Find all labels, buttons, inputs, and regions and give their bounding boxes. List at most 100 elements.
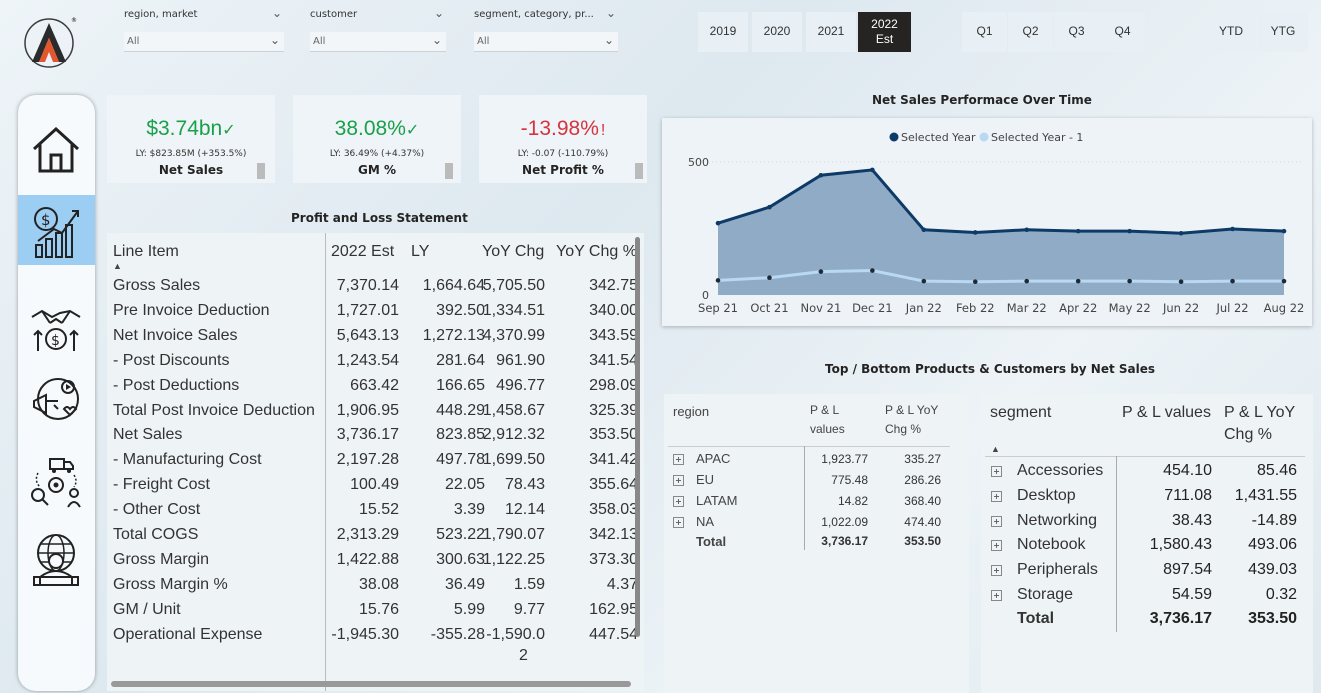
- value-cell: 7,370.14: [336, 277, 399, 294]
- kpi-card-gm-percent[interactable]: 38.08%✓ LY: 36.49% (+4.37%) GM %: [293, 95, 461, 183]
- value-cell: 496.77: [496, 376, 545, 394]
- table-row[interactable]: - Manufacturing Cost 2,197.28 497.78 1,699.…: [107, 451, 644, 476]
- table-row[interactable]: GM / Unit 15.76 5.99 9.77 162.95: [107, 601, 644, 626]
- kpi-scrollbar[interactable]: [635, 163, 643, 179]
- x-tick-label: Feb 22: [956, 301, 995, 315]
- table-row[interactable]: Gross Margin % 38.08 36.49 1.59 4.37: [107, 576, 644, 601]
- nav-sales[interactable]: $: [18, 291, 95, 361]
- segment-name: Peripherals: [1017, 561, 1098, 579]
- nav-executive[interactable]: [18, 523, 95, 593]
- year-button-2019[interactable]: 2019: [698, 12, 748, 52]
- column-header-yoy-chg[interactable]: YoY Chg: [482, 243, 544, 261]
- table-row[interactable]: LATAM 14.82 368.40: [664, 492, 964, 512]
- table-row[interactable]: Peripherals 897.54 439.03: [981, 559, 1311, 583]
- pl-value: 1,580.43: [1149, 536, 1212, 554]
- kpi-title: Net Profit %: [522, 163, 604, 177]
- kpi-scrollbar[interactable]: [445, 163, 453, 179]
- table-row[interactable]: Total COGS 2,313.29 523.22 1,790.07 342.13: [107, 526, 644, 551]
- expand-icon[interactable]: [991, 565, 1002, 577]
- sort-arrow-icon[interactable]: ▲: [991, 444, 1000, 454]
- line-item-cell: Gross Margin %: [113, 575, 228, 593]
- kpi-value: 38.08%: [334, 117, 406, 140]
- horizontal-scrollbar[interactable]: [111, 681, 631, 687]
- table-row[interactable]: Gross Margin 1,422.88 300.63 1,122.25 373.30: [107, 551, 644, 576]
- chart-svg: 5000Sep 21 Oct 21 Nov 21 Dec 21 Jan 22 Feb 22…: [688, 131, 1304, 315]
- table-row[interactable]: Total Post Invoice Deduction 1,906.95 448.…: [107, 402, 644, 427]
- year-button-2020[interactable]: 2020: [752, 12, 802, 52]
- table-row[interactable]: Net Invoice Sales 5,643.13 1,272.13 4,370.9…: [107, 327, 644, 352]
- table-row[interactable]: Accessories 454.10 85.46: [981, 460, 1311, 484]
- total-yoy: 353.50: [904, 534, 941, 548]
- warning-icon: !: [600, 122, 606, 139]
- kpi-scrollbar[interactable]: [257, 163, 265, 179]
- expand-icon[interactable]: [991, 466, 1002, 477]
- column-header-chg-pct[interactable]: Chg %: [1224, 426, 1272, 444]
- value-cell: 166.65: [436, 376, 485, 394]
- table-row[interactable]: Storage 54.59 0.32: [981, 584, 1311, 608]
- quarter-button-q1[interactable]: Q1: [962, 12, 1007, 52]
- column-header-yoy-chg-pct[interactable]: YoY Chg %: [556, 243, 637, 261]
- data-point: [1230, 278, 1235, 284]
- column-header-line-item[interactable]: Line Item: [113, 243, 179, 261]
- expand-icon[interactable]: [673, 496, 684, 507]
- expand-icon[interactable]: [673, 475, 684, 486]
- column-header-ly[interactable]: LY: [411, 243, 429, 261]
- table-row[interactable]: - Freight Cost 100.49 22.05 78.43 355.64: [107, 476, 644, 501]
- nav-marketing[interactable]: [18, 365, 95, 435]
- expand-icon[interactable]: [991, 590, 1002, 601]
- quarter-button-q3[interactable]: Q3: [1054, 12, 1099, 52]
- ytd-button[interactable]: YTD: [1206, 12, 1256, 52]
- table-row[interactable]: Notebook 1,580.43 493.06: [981, 534, 1311, 558]
- column-header-region: region: [673, 404, 710, 419]
- vertical-scrollbar[interactable]: [635, 237, 640, 637]
- table-row[interactable]: Desktop 711.08 1,431.55: [981, 485, 1311, 509]
- nav-supply-chain[interactable]: [18, 445, 95, 515]
- column-header-segment[interactable]: segment: [990, 404, 1051, 422]
- sort-arrow-icon[interactable]: ▲: [113, 261, 122, 271]
- table-row[interactable]: Gross Sales 7,370.14 1,664.64 5,705.50 342.7…: [107, 277, 644, 302]
- nav-finance[interactable]: $: [18, 195, 95, 265]
- table-row[interactable]: Net Sales 3,736.17 823.85 2,912.32 353.50: [107, 426, 644, 451]
- column-header-pl-yoy: Chg %: [885, 422, 922, 436]
- table-row[interactable]: NA 1,022.09 474.40: [664, 513, 964, 533]
- net-sales-chart: 500 0 Sep 21 Oct 21 Nov 21 Dec 21 Jan 22 Feb 22…: [662, 118, 1312, 326]
- year-button-2021[interactable]: 2021: [806, 12, 856, 52]
- table-row[interactable]: Networking 38.43 -14.89: [981, 510, 1311, 534]
- table-row[interactable]: - Other Cost 15.52 3.39 12.14 358.03: [107, 501, 644, 526]
- slicer-dropdown[interactable]: All ⌄: [310, 32, 446, 52]
- chevron-down-icon[interactable]: ⌄: [434, 6, 444, 20]
- table-row[interactable]: Operational Expense -1,945.30 -355.28 -1,59…: [107, 626, 644, 651]
- region-name: NA: [696, 514, 715, 529]
- table-row[interactable]: APAC 1,923.77 335.27: [664, 450, 964, 470]
- legend-marker: [889, 132, 899, 142]
- expand-icon[interactable]: [991, 490, 1002, 502]
- quarter-button-q2[interactable]: Q2: [1008, 12, 1053, 52]
- column-header-2022-est[interactable]: 2022 Est: [331, 243, 394, 261]
- column-header-pl-yoy[interactable]: P & L YoY: [1224, 404, 1295, 422]
- expand-icon[interactable]: [673, 517, 684, 528]
- check-icon: ✓: [222, 122, 236, 139]
- nav-home[interactable]: [18, 113, 95, 183]
- value-cell: 162.95: [589, 600, 638, 618]
- expand-icon[interactable]: [991, 515, 1002, 527]
- data-point: [1024, 278, 1030, 284]
- column-header-pl-values[interactable]: P & L values: [1122, 404, 1211, 422]
- chevron-down-icon[interactable]: ⌄: [606, 6, 616, 20]
- expand-icon[interactable]: [673, 454, 684, 465]
- table-row[interactable]: - Post Discounts 1,243.54 281.64 961.90 341.…: [107, 352, 644, 377]
- data-point: [1178, 230, 1184, 236]
- value-cell: 2,313.29: [336, 526, 399, 543]
- table-row[interactable]: EU 775.48 286.26: [664, 471, 964, 491]
- chevron-down-icon[interactable]: ⌄: [272, 6, 282, 20]
- slicer-dropdown[interactable]: All ⌄: [474, 32, 618, 52]
- line-item-cell: Gross Sales: [113, 277, 201, 294]
- table-row[interactable]: Pre Invoice Deduction 1,727.01 392.50 1,334…: [107, 302, 644, 327]
- quarter-button-q4[interactable]: Q4: [1100, 12, 1145, 52]
- table-row[interactable]: - Post Deductions 663.42 166.65 496.77 298.0…: [107, 377, 644, 402]
- kpi-card-net-profit-percent[interactable]: -13.98%! LY: -0.07 (-110.79%) Net Profit…: [479, 95, 647, 183]
- year-button-2022-est[interactable]: 2022 Est: [858, 12, 911, 52]
- kpi-card-net-sales[interactable]: $3.74bn✓ LY: $823.85M (+353.5%) Net Sale…: [107, 95, 275, 183]
- slicer-dropdown[interactable]: All ⌄: [124, 32, 284, 52]
- expand-icon[interactable]: [991, 540, 1002, 552]
- ytg-button[interactable]: YTG: [1258, 12, 1308, 52]
